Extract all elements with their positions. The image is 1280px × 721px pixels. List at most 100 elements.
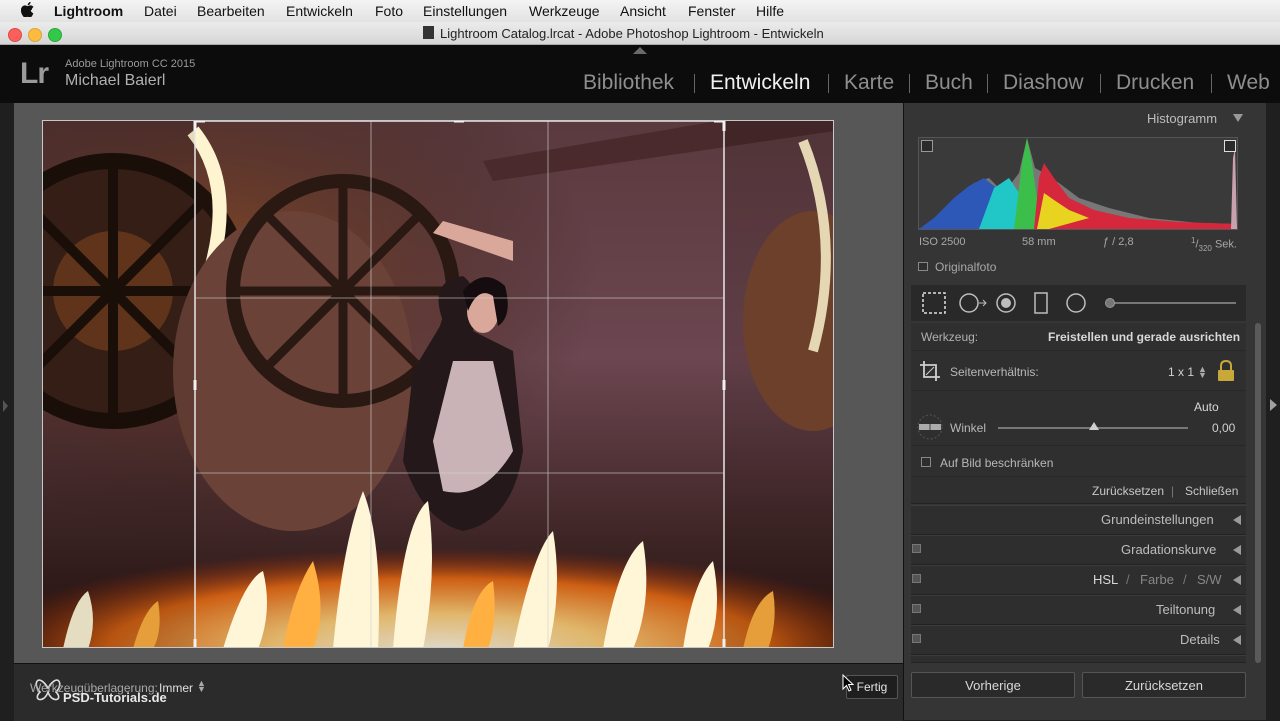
histogram-title[interactable]: Histogramm	[1147, 111, 1217, 126]
section-tone-curve-toggle[interactable]	[912, 544, 921, 553]
menu-bearbeiten[interactable]: Bearbeiten	[197, 3, 265, 19]
crop-link-separator: |	[1171, 484, 1175, 498]
divider	[911, 390, 1246, 391]
color-tab[interactable]: Farbe	[1140, 572, 1174, 587]
module-karte[interactable]: Karte	[844, 71, 894, 95]
photo-preview[interactable]	[42, 120, 834, 648]
module-separator	[909, 74, 910, 93]
right-panel-edge-strip[interactable]	[1265, 103, 1280, 720]
menu-werkzeuge[interactable]: Werkzeuge	[529, 3, 600, 19]
module-separator	[828, 74, 829, 93]
menu-fenster[interactable]: Fenster	[688, 3, 735, 19]
tool-name: Freistellen und gerade ausrichten	[1048, 330, 1241, 344]
auto-straighten-button[interactable]: Auto	[1194, 400, 1219, 414]
original-photo-label: Originalfoto	[935, 260, 997, 274]
constrain-to-image-checkbox[interactable]	[921, 457, 931, 467]
section-hsl[interactable]	[911, 565, 1246, 595]
module-separator	[1100, 74, 1101, 93]
expand-left-panel-icon[interactable]	[3, 400, 8, 412]
section-hsl-expand-icon[interactable]	[1233, 575, 1241, 585]
divider	[911, 445, 1246, 446]
section-details-expand-icon[interactable]	[1233, 635, 1241, 645]
original-photo-checkbox[interactable]	[918, 262, 928, 271]
module-separator	[987, 74, 988, 93]
overlay-stepper-icon[interactable]: ▲ ▼	[197, 679, 206, 694]
graduated-filter-tool-icon[interactable]	[1033, 292, 1049, 314]
crop-overlay-tool-icon[interactable]	[922, 292, 946, 314]
aspect-ratio-label: Seitenverhältnis:	[950, 365, 1039, 379]
aspect-ratio-select[interactable]: 1 x 1	[1168, 365, 1194, 379]
shadow-clipping-button[interactable]	[921, 140, 933, 152]
module-web[interactable]: Web	[1227, 71, 1270, 95]
module-separator	[694, 74, 695, 93]
module-separator	[1211, 74, 1212, 93]
module-bibliothek[interactable]: Bibliothek	[583, 71, 674, 95]
histogram-collapse-icon[interactable]	[1233, 114, 1243, 122]
angle-slider-thumb[interactable]	[1089, 422, 1099, 430]
menu-datei[interactable]: Datei	[144, 3, 177, 19]
bw-tab[interactable]: S/W	[1197, 572, 1222, 587]
red-eye-tool-icon[interactable]	[995, 292, 1017, 314]
hsl-tab[interactable]: HSL	[1093, 572, 1118, 587]
section-basic-expand-icon[interactable]	[1233, 515, 1241, 525]
module-entwickeln[interactable]: Entwickeln	[710, 71, 810, 95]
crop-reset-button[interactable]: Zurücksetzen	[1092, 484, 1164, 498]
angle-value[interactable]: 0,00	[1212, 421, 1235, 435]
module-diashow[interactable]: Diashow	[1003, 71, 1084, 95]
section-split-toning-expand-icon[interactable]	[1233, 605, 1241, 615]
straighten-level-tool-icon[interactable]	[916, 414, 944, 440]
apple-icon[interactable]	[21, 2, 34, 17]
section-tone-curve-expand-icon[interactable]	[1233, 545, 1241, 555]
menu-hilfe[interactable]: Hilfe	[756, 3, 784, 19]
aperture-value: ƒ / 2,8	[1103, 236, 1134, 248]
section-tone-curve-title[interactable]: Gradationskurve	[1121, 542, 1216, 557]
section-details-title[interactable]: Details	[1180, 632, 1220, 647]
section-hsl-toggle[interactable]	[912, 574, 921, 583]
crop-frame-tool-icon[interactable]	[919, 360, 941, 382]
brush-slider-track[interactable]	[1108, 302, 1236, 304]
menu-bar: Lightroom Datei Bearbeiten Entwickeln Fo…	[0, 0, 1280, 22]
section-basic-title[interactable]: Grundeinstellungen	[1101, 512, 1214, 527]
reset-all-button[interactable]: Zurücksetzen	[1082, 672, 1246, 698]
previous-button[interactable]: Vorherige	[911, 672, 1075, 698]
histogram	[918, 137, 1238, 230]
divider	[911, 476, 1246, 477]
close-window-button[interactable]	[8, 28, 22, 42]
constrain-to-image-label: Auf Bild beschränken	[940, 456, 1054, 470]
product-name: Adobe Lightroom CC 2015	[65, 58, 196, 70]
hsl-separator: /	[1126, 572, 1130, 587]
right-panel-scrollbar[interactable]	[1255, 323, 1261, 663]
crop-close-button[interactable]: Schließen	[1185, 484, 1238, 498]
angle-label: Winkel	[950, 421, 987, 435]
focal-length-value: 58 mm	[1022, 236, 1056, 248]
zoom-window-button[interactable]	[48, 28, 62, 42]
module-buch[interactable]: Buch	[925, 71, 973, 95]
menu-einstellungen[interactable]: Einstellungen	[423, 3, 507, 19]
menu-ansicht[interactable]: Ansicht	[620, 3, 666, 19]
section-next-partial	[911, 655, 1246, 663]
minimize-window-button[interactable]	[28, 28, 42, 42]
aspect-ratio-stepper-icon[interactable]: ▲ ▼	[1198, 365, 1207, 380]
section-split-toning-title[interactable]: Teiltonung	[1156, 602, 1215, 617]
lock-icon[interactable]	[1216, 359, 1236, 383]
menu-foto[interactable]: Foto	[375, 3, 403, 19]
identity-plate-user: Michael Baierl	[65, 72, 166, 89]
lightroom-logo: Lr	[20, 57, 49, 90]
toggle-header-arrow-icon[interactable]	[633, 47, 647, 54]
divider	[911, 350, 1246, 351]
collapse-right-panel-icon[interactable]	[1270, 399, 1277, 411]
section-split-toning-toggle[interactable]	[912, 604, 921, 613]
iso-value: ISO 2500	[919, 236, 966, 248]
section-details-toggle[interactable]	[912, 634, 921, 643]
radial-filter-tool-icon[interactable]	[1065, 292, 1087, 314]
spot-removal-tool-icon[interactable]	[958, 292, 988, 314]
menu-lightroom[interactable]: Lightroom	[54, 3, 123, 19]
hsl-separator: /	[1183, 572, 1187, 587]
document-icon	[423, 26, 434, 39]
shutter-value: 1/320 Sek.	[1191, 236, 1237, 253]
histogram-graph	[919, 138, 1237, 229]
module-drucken[interactable]: Drucken	[1116, 71, 1194, 95]
brush-slider-handle-icon[interactable]	[1104, 297, 1116, 309]
highlight-clipping-button[interactable]	[1224, 140, 1236, 152]
menu-entwickeln[interactable]: Entwickeln	[286, 3, 353, 19]
